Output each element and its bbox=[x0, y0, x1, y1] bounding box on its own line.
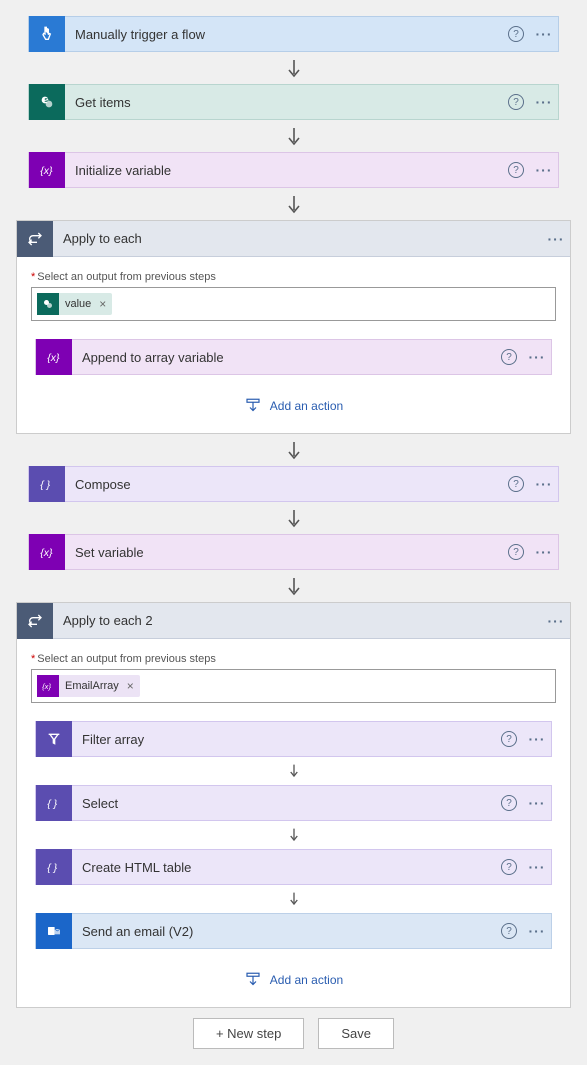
more-menu-icon[interactable]: ··· bbox=[523, 721, 551, 757]
sharepoint-icon: S bbox=[29, 84, 65, 120]
arrow-icon bbox=[28, 120, 559, 152]
svg-text:{x}: {x} bbox=[42, 682, 51, 691]
svg-text:{x}: {x} bbox=[47, 352, 60, 364]
more-menu-icon[interactable]: ··· bbox=[523, 849, 551, 885]
foreach-icon bbox=[17, 221, 53, 257]
more-menu-icon[interactable]: ··· bbox=[530, 534, 558, 570]
step-trigger[interactable]: Manually trigger a flow ? ··· bbox=[28, 16, 559, 52]
add-action-label: Add an action bbox=[270, 973, 343, 987]
step-title: Send an email (V2) bbox=[72, 924, 495, 939]
sharepoint-icon bbox=[37, 293, 59, 315]
help-icon[interactable]: ? bbox=[495, 785, 523, 821]
variable-icon: {x} bbox=[37, 675, 59, 697]
apply-to-each-container: Apply to each ··· *Select an output from… bbox=[16, 220, 571, 434]
arrow-icon bbox=[28, 570, 559, 602]
step-title: Select bbox=[72, 796, 495, 811]
step-initialize-variable[interactable]: {x} Initialize variable ? ··· bbox=[28, 152, 559, 188]
variable-icon: {x} bbox=[29, 534, 65, 570]
foreach-icon bbox=[17, 603, 53, 639]
compose-icon: { } bbox=[29, 466, 65, 502]
step-apply-to-each[interactable]: Apply to each ··· bbox=[17, 221, 570, 257]
help-icon[interactable]: ? bbox=[495, 721, 523, 757]
arrow-icon bbox=[28, 188, 559, 220]
svg-text:{ }: { } bbox=[47, 798, 57, 810]
step-title: Initialize variable bbox=[65, 163, 502, 178]
token-emailarray[interactable]: {x} EmailArray × bbox=[37, 675, 140, 697]
output-selector-input[interactable]: value × bbox=[31, 287, 556, 321]
field-label: *Select an output from previous steps bbox=[31, 271, 556, 283]
step-title: Append to array variable bbox=[72, 350, 495, 365]
add-action-label: Add an action bbox=[270, 399, 343, 413]
help-icon[interactable]: ? bbox=[502, 466, 530, 502]
more-menu-icon[interactable]: ··· bbox=[523, 339, 551, 375]
more-menu-icon[interactable]: ··· bbox=[523, 913, 551, 949]
flow-column: { } Compose ? ··· {x} Set variable ? ··· bbox=[16, 466, 571, 602]
more-menu-icon[interactable]: ··· bbox=[523, 785, 551, 821]
select-icon: { } bbox=[36, 785, 72, 821]
arrow-icon bbox=[28, 502, 559, 534]
step-append-to-array[interactable]: {x} Append to array variable ? ··· bbox=[35, 339, 552, 375]
more-menu-icon[interactable]: ··· bbox=[542, 603, 570, 639]
save-button[interactable]: Save bbox=[318, 1018, 394, 1049]
step-get-items[interactable]: S Get items ? ··· bbox=[28, 84, 559, 120]
step-compose[interactable]: { } Compose ? ··· bbox=[28, 466, 559, 502]
arrow-icon bbox=[28, 52, 559, 84]
step-send-email[interactable]: Send an email (V2) ? ··· bbox=[35, 913, 552, 949]
help-icon[interactable]: ? bbox=[502, 84, 530, 120]
new-step-button[interactable]: + New step bbox=[193, 1018, 304, 1049]
step-title: Apply to each bbox=[53, 231, 542, 246]
variable-icon: {x} bbox=[29, 152, 65, 188]
add-action-button[interactable]: Add an action bbox=[31, 389, 556, 417]
step-filter-array[interactable]: Filter array ? ··· bbox=[35, 721, 552, 757]
outlook-icon bbox=[36, 913, 72, 949]
flow-canvas: Manually trigger a flow ? ··· S Get item… bbox=[16, 16, 571, 1049]
step-title: Manually trigger a flow bbox=[65, 27, 502, 42]
manual-trigger-icon bbox=[29, 16, 65, 52]
variable-icon: {x} bbox=[36, 339, 72, 375]
step-title: Compose bbox=[65, 477, 502, 492]
flow-column: Manually trigger a flow ? ··· S Get item… bbox=[16, 16, 571, 220]
step-title: Get items bbox=[65, 95, 502, 110]
more-menu-icon[interactable]: ··· bbox=[530, 466, 558, 502]
svg-text:{ }: { } bbox=[47, 862, 57, 874]
svg-text:S: S bbox=[44, 98, 48, 104]
step-apply-to-each-2[interactable]: Apply to each 2 ··· bbox=[17, 603, 570, 639]
help-icon[interactable]: ? bbox=[495, 849, 523, 885]
output-selector-input[interactable]: {x} EmailArray × bbox=[31, 669, 556, 703]
more-menu-icon[interactable]: ··· bbox=[542, 221, 570, 257]
token-remove-icon[interactable]: × bbox=[99, 297, 106, 311]
token-value[interactable]: value × bbox=[37, 293, 112, 315]
apply-to-each-2-container: Apply to each 2 ··· *Select an output fr… bbox=[16, 602, 571, 1008]
token-remove-icon[interactable]: × bbox=[127, 679, 134, 693]
more-menu-icon[interactable]: ··· bbox=[530, 84, 558, 120]
svg-text:{x}: {x} bbox=[40, 547, 53, 559]
token-label: value bbox=[65, 298, 91, 310]
token-label: EmailArray bbox=[65, 680, 119, 692]
html-table-icon: { } bbox=[36, 849, 72, 885]
arrow-icon bbox=[35, 757, 552, 785]
help-icon[interactable]: ? bbox=[502, 152, 530, 188]
arrow-icon bbox=[16, 434, 571, 466]
filter-icon bbox=[36, 721, 72, 757]
help-icon[interactable]: ? bbox=[502, 16, 530, 52]
add-action-button[interactable]: Add an action bbox=[31, 963, 556, 991]
more-menu-icon[interactable]: ··· bbox=[530, 152, 558, 188]
svg-text:{x}: {x} bbox=[40, 165, 53, 177]
help-icon[interactable]: ? bbox=[502, 534, 530, 570]
step-title: Apply to each 2 bbox=[53, 613, 542, 628]
arrow-icon bbox=[35, 885, 552, 913]
step-title: Set variable bbox=[65, 545, 502, 560]
step-set-variable[interactable]: {x} Set variable ? ··· bbox=[28, 534, 559, 570]
footer-buttons: + New step Save bbox=[16, 1008, 571, 1049]
svg-text:{ }: { } bbox=[40, 479, 50, 491]
more-menu-icon[interactable]: ··· bbox=[530, 16, 558, 52]
step-title: Filter array bbox=[72, 732, 495, 747]
step-create-html-table[interactable]: { } Create HTML table ? ··· bbox=[35, 849, 552, 885]
field-label: *Select an output from previous steps bbox=[31, 653, 556, 665]
step-title: Create HTML table bbox=[72, 860, 495, 875]
arrow-icon bbox=[35, 821, 552, 849]
help-icon[interactable]: ? bbox=[495, 339, 523, 375]
help-icon[interactable]: ? bbox=[495, 913, 523, 949]
step-select[interactable]: { } Select ? ··· bbox=[35, 785, 552, 821]
